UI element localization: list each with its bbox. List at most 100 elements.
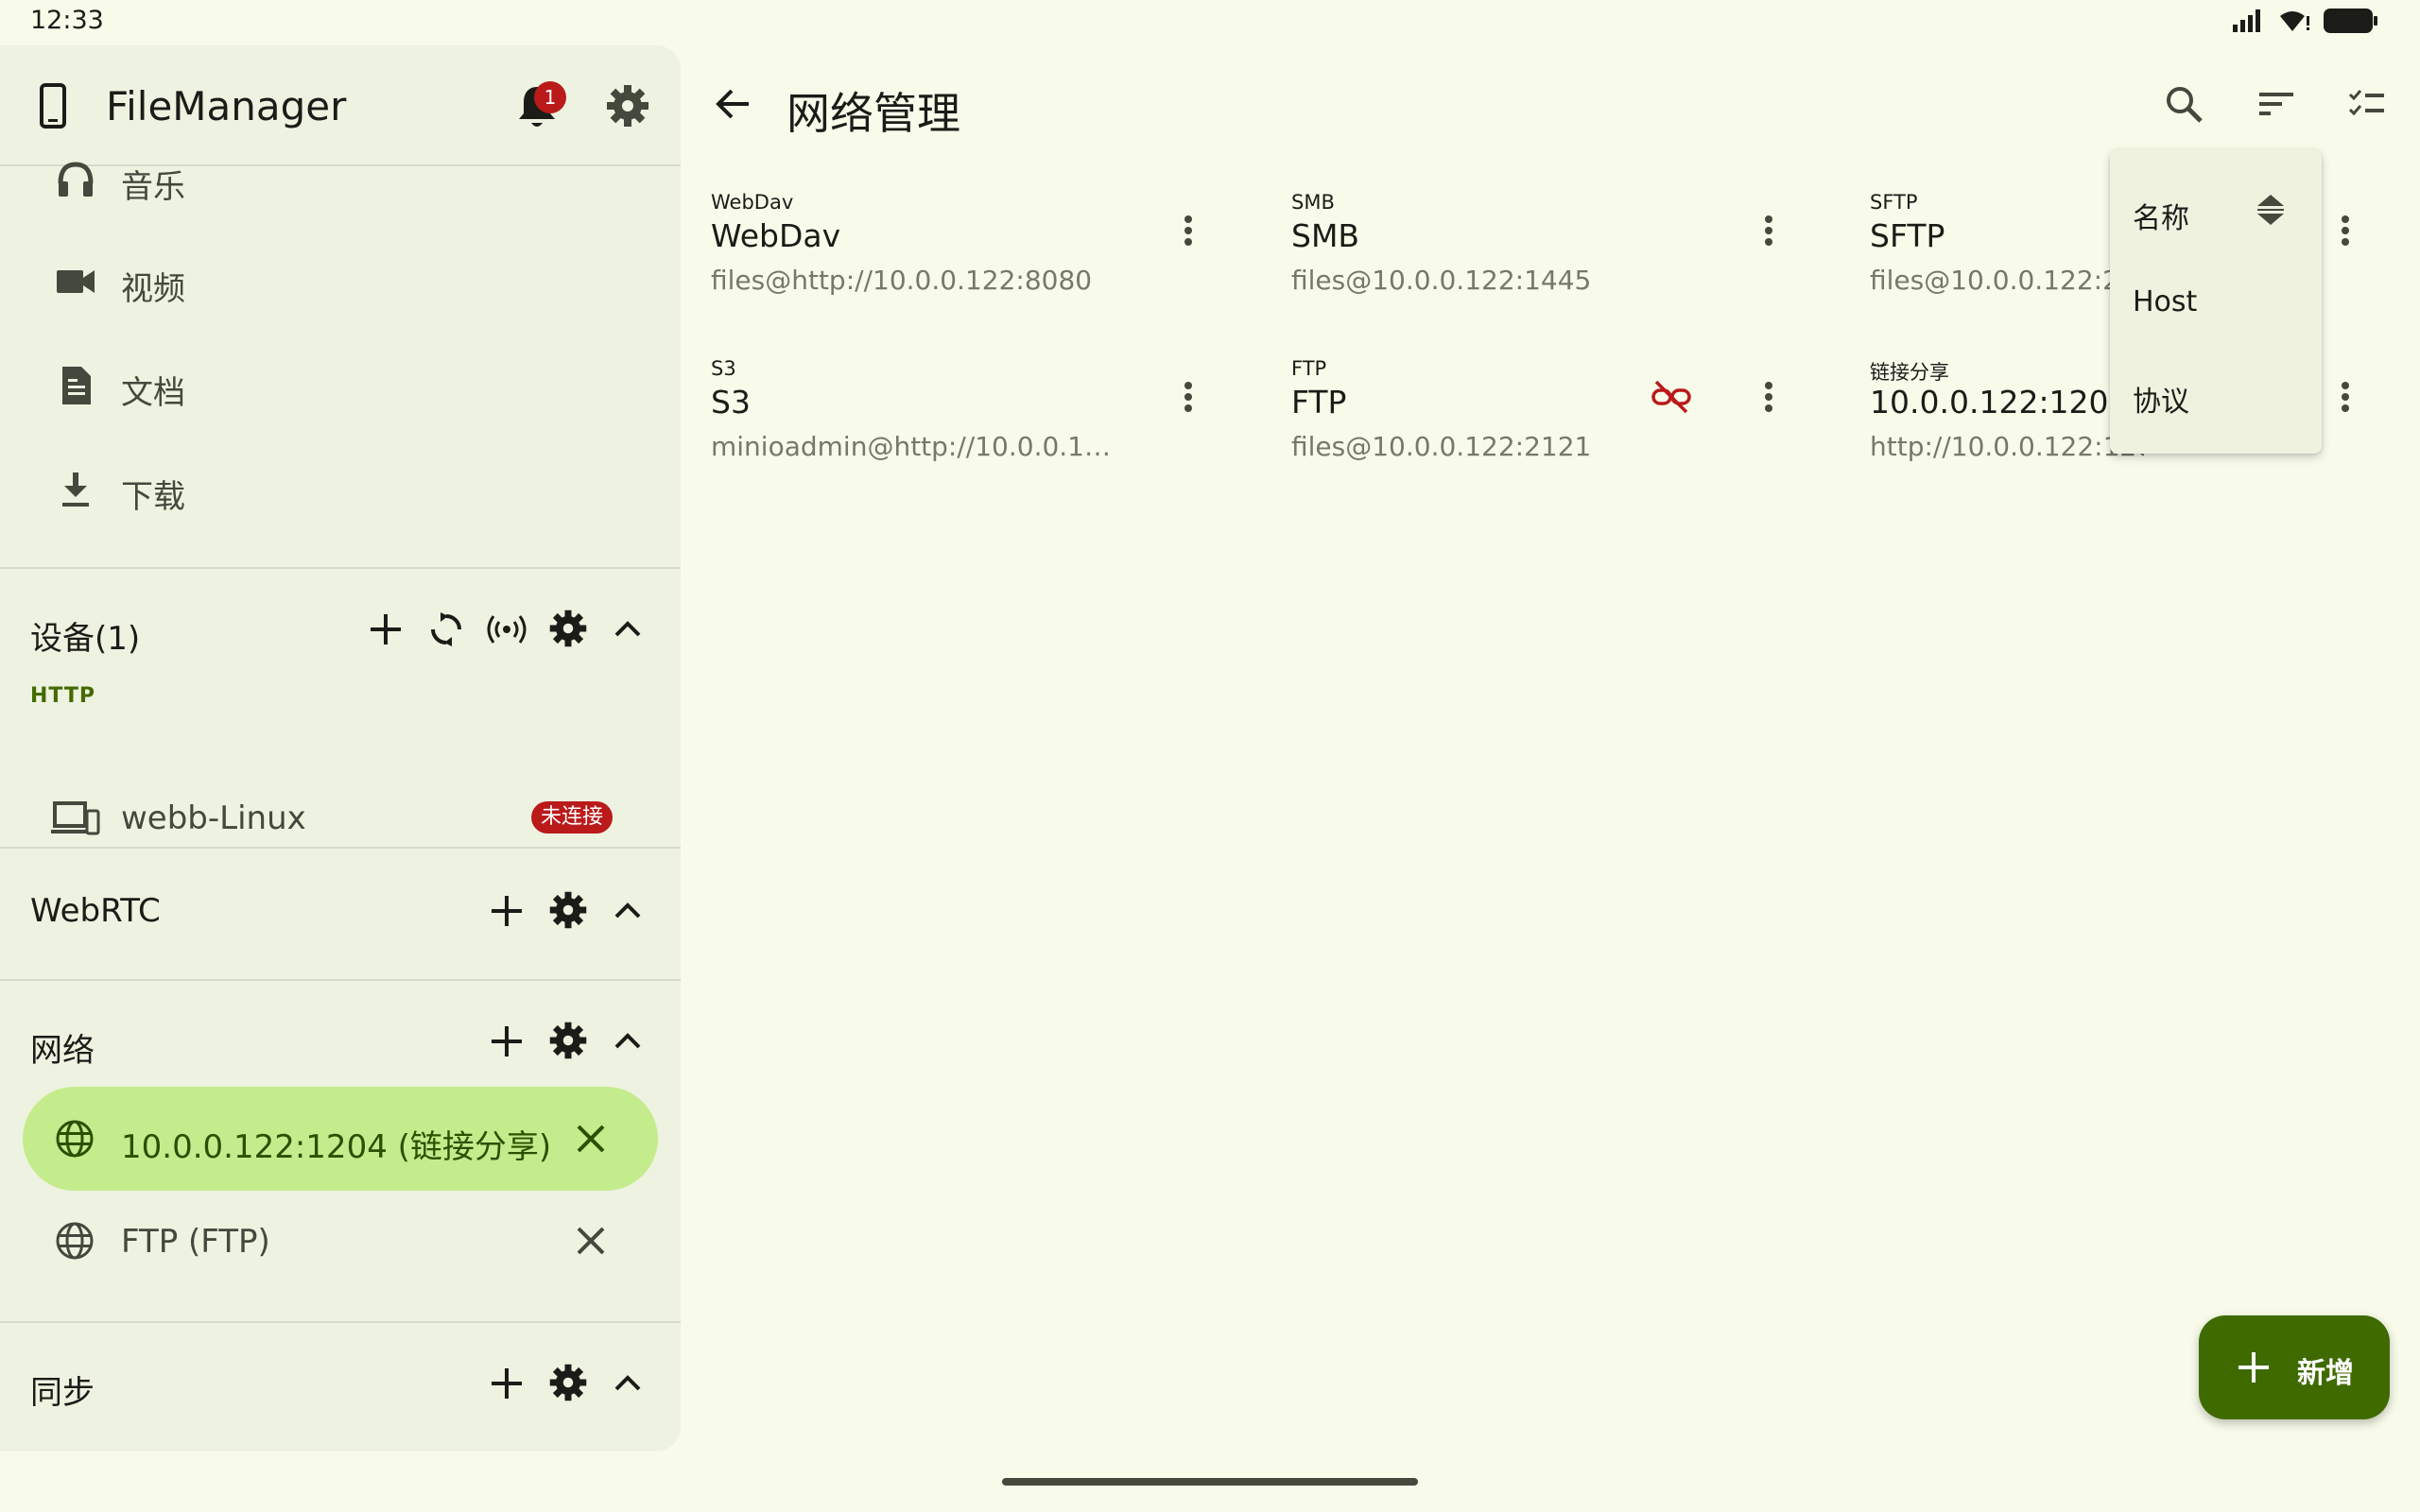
card-name: S3	[711, 384, 751, 421]
close-icon[interactable]	[573, 1121, 609, 1157]
notification-badge: 1	[534, 81, 566, 113]
add-icon[interactable]	[367, 610, 405, 648]
nav-item-documents[interactable]: 文档	[0, 338, 681, 433]
network-card-s3[interactable]: S3 S3 minioadmin@http://10.0.0.122:…	[711, 357, 1278, 508]
device-settings-gear-icon[interactable]	[548, 609, 588, 648]
webrtc-settings-gear-icon[interactable]	[548, 890, 588, 930]
status-time: 12:33	[30, 6, 104, 35]
nav-item-downloads[interactable]: 下载	[0, 442, 681, 537]
nav-item-label: 文档	[121, 374, 185, 412]
more-vert-icon[interactable]	[1174, 212, 1202, 249]
network-card-smb[interactable]: SMB SMB files@10.0.0.122:1445	[1291, 191, 1858, 342]
signal-icon	[2233, 9, 2265, 32]
divider	[0, 979, 681, 981]
collapse-chevron-up-icon[interactable]	[611, 1366, 645, 1400]
device-status-badge: 未连接	[531, 801, 613, 833]
close-icon[interactable]	[573, 1223, 609, 1259]
sort-dropdown-menu: 名称 Host 协议	[2110, 149, 2322, 454]
sync-settings-gear-icon[interactable]	[548, 1363, 588, 1402]
divider	[0, 567, 681, 569]
nav-item-label: 下载	[121, 478, 185, 516]
headphones-icon	[55, 159, 96, 200]
card-name: WebDav	[711, 217, 841, 254]
card-address: files@http://10.0.0.122:8080	[711, 265, 1093, 296]
card-protocol: 链接分享	[1870, 361, 1949, 384]
more-vert-icon[interactable]	[2331, 378, 2360, 416]
more-vert-icon[interactable]	[2331, 212, 2360, 249]
top-app-bar: 网络管理	[681, 45, 2420, 166]
network-card-webdav[interactable]: WebDav WebDav files@http://10.0.0.122:80…	[711, 191, 1278, 342]
back-arrow-icon[interactable]	[713, 83, 754, 125]
card-protocol: FTP	[1291, 357, 1327, 380]
nav-item-label: 音乐	[121, 168, 185, 206]
network-item-label: 10.0.0.122:1204 (链接分享)	[121, 1128, 552, 1166]
network-item-link-share[interactable]: 10.0.0.122:1204 (链接分享)	[23, 1087, 658, 1191]
app-title: FileManager	[106, 83, 347, 129]
card-protocol: WebDav	[711, 191, 794, 214]
more-vert-icon[interactable]	[1174, 378, 1202, 416]
card-name: SMB	[1291, 217, 1360, 254]
devices-icon	[51, 801, 100, 837]
sort-option-protocol[interactable]: 协议	[2133, 378, 2189, 420]
card-address: http://10.0.0.122:1204	[1870, 431, 2144, 462]
collapse-chevron-up-icon[interactable]	[611, 1024, 645, 1058]
more-vert-icon[interactable]	[1754, 212, 1783, 249]
sort-direction-icon[interactable]	[2254, 191, 2288, 229]
card-address: minioadmin@http://10.0.0.122:…	[711, 431, 1117, 462]
status-bar: 12:33	[0, 0, 2420, 43]
network-item-ftp[interactable]: FTP (FTP)	[23, 1189, 658, 1293]
page-title: 网络管理	[786, 88, 960, 139]
sync-section-title: 同步	[30, 1374, 95, 1412]
document-icon	[55, 365, 96, 406]
network-section-title: 网络	[30, 1032, 95, 1070]
network-settings-gear-icon[interactable]	[548, 1021, 588, 1060]
more-vert-icon[interactable]	[1754, 378, 1783, 416]
card-name: 10.0.0.122:1204	[1870, 384, 2129, 421]
card-address: files@10.0.0.122:1445	[1291, 265, 1592, 296]
navigation-drawer: FileManager 1 音乐 视频 文档 下载 设备(1) HTTP web…	[0, 45, 681, 1452]
fab-label: 新增	[2297, 1357, 2354, 1390]
card-address: files@10.0.0.122:22	[1870, 265, 2112, 296]
status-icons	[2233, 8, 2378, 34]
wifi-icon	[2278, 9, 2310, 33]
download-icon	[55, 469, 96, 510]
search-icon[interactable]	[2163, 83, 2204, 125]
webrtc-section-title: WebRTC	[30, 892, 161, 930]
nav-item-videos[interactable]: 视频	[0, 234, 681, 329]
add-icon[interactable]	[488, 1365, 526, 1402]
battery-icon	[2324, 8, 2378, 34]
divider	[0, 1321, 681, 1323]
add-icon[interactable]	[488, 892, 526, 930]
sort-option-host[interactable]: Host	[2133, 285, 2197, 318]
device-item[interactable]: webb-Linux 未连接	[0, 773, 681, 864]
checklist-icon[interactable]	[2346, 83, 2388, 125]
card-protocol: S3	[711, 357, 736, 380]
home-indicator[interactable]	[1002, 1478, 1418, 1486]
sort-icon[interactable]	[2256, 83, 2297, 125]
phone-icon	[36, 83, 70, 129]
link-off-icon[interactable]	[1651, 378, 1692, 416]
collapse-chevron-up-icon[interactable]	[611, 894, 645, 928]
sort-option-name[interactable]: 名称	[2133, 195, 2189, 236]
device-name: webb-Linux	[121, 799, 306, 837]
add-icon[interactable]	[488, 1022, 526, 1060]
collapse-chevron-up-icon[interactable]	[611, 612, 645, 646]
refresh-icon[interactable]	[427, 610, 465, 648]
nav-item-music[interactable]: 音乐	[0, 132, 681, 227]
card-address: files@10.0.0.122:2121	[1291, 431, 1592, 462]
add-new-fab[interactable]: 新增	[2199, 1315, 2390, 1419]
nav-item-label: 视频	[121, 270, 185, 308]
network-item-label: FTP (FTP)	[121, 1223, 270, 1261]
device-protocol-label: HTTP	[30, 684, 96, 708]
network-card-ftp[interactable]: FTP FTP files@10.0.0.122:2121	[1291, 357, 1858, 508]
card-name: FTP	[1291, 384, 1347, 421]
devices-section-title: 设备(1)	[30, 620, 141, 658]
card-protocol: SFTP	[1870, 191, 1918, 214]
card-name: SFTP	[1870, 217, 1945, 254]
globe-icon	[55, 1119, 95, 1159]
card-protocol: SMB	[1291, 191, 1335, 214]
broadcast-icon[interactable]	[486, 610, 527, 648]
globe-icon	[55, 1221, 95, 1261]
divider	[0, 847, 681, 849]
settings-gear-icon[interactable]	[605, 83, 650, 129]
